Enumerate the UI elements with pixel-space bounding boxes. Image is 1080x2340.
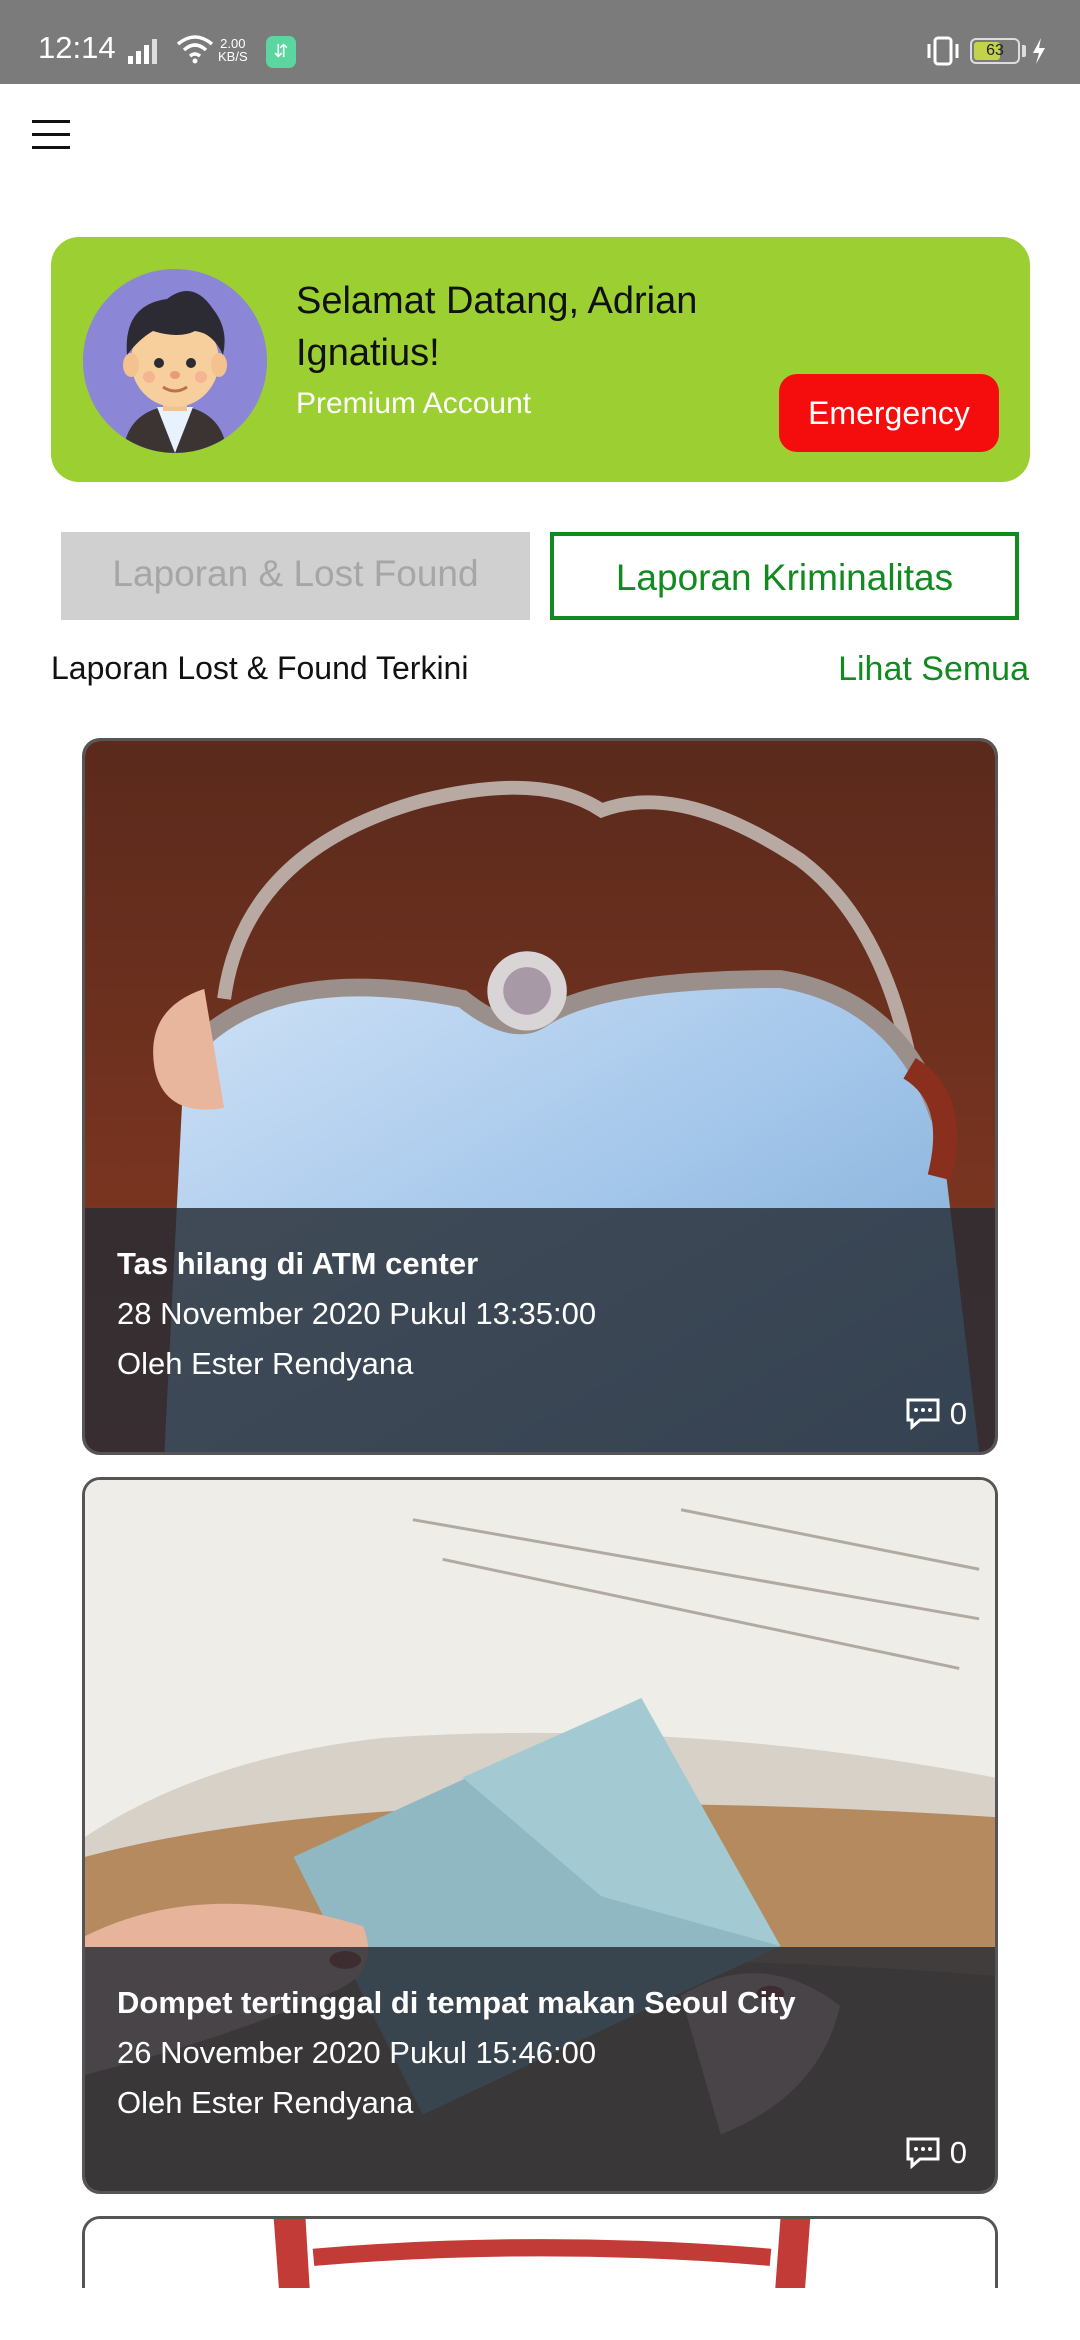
emergency-button[interactable]: Emergency: [779, 374, 999, 452]
report-author: Oleh Ester Rendyana: [117, 2085, 414, 2120]
comment-icon: [906, 2137, 940, 2169]
charging-icon: [1033, 38, 1045, 64]
welcome-title: Selamat Datang, Adrian Ignatius!: [296, 280, 698, 374]
battery-level: 63: [986, 42, 1004, 59]
welcome-card: Selamat Datang, Adrian Ignatius! Premium…: [51, 237, 1030, 482]
signal-icon: [128, 39, 157, 64]
report-date: 28 November 2020 Pukul 13:35:00: [117, 1296, 597, 1331]
comment-icon: [906, 1398, 940, 1430]
tab-lost-found[interactable]: Laporan & Lost Found: [61, 532, 530, 620]
report-date: 26 November 2020 Pukul 15:46:00: [117, 2035, 597, 2070]
battery-icon: 63: [970, 38, 1020, 64]
menu-line: [32, 146, 70, 149]
card-overlay: Tas hilang di ATM center 28 November 202…: [85, 1208, 995, 1452]
report-title: Dompet tertinggal di tempat makan Seoul …: [117, 1985, 796, 2020]
wifi-icon: [176, 35, 214, 64]
status-bar: 12:14 2.00 KB/S ⇵ 63: [0, 0, 1080, 84]
avatar[interactable]: [83, 269, 267, 453]
comment-count-value: 0: [949, 1396, 967, 1431]
report-title: Tas hilang di ATM center: [117, 1246, 479, 1281]
see-all-link[interactable]: Lihat Semua: [838, 650, 1029, 689]
net-speed: 2.00 KB/S: [218, 37, 248, 63]
section-title: Laporan Lost & Found Terkini: [51, 650, 469, 686]
comment-count[interactable]: 0: [906, 1394, 967, 1434]
comment-count[interactable]: 0: [906, 2133, 967, 2173]
report-card[interactable]: Tas hilang di ATM center 28 November 202…: [82, 738, 998, 1455]
menu-line: [32, 120, 70, 123]
avatar-illustration: [83, 269, 267, 453]
vibrate-icon: [927, 36, 959, 66]
report-card[interactable]: Dompet tertinggal di tempat makan Seoul …: [82, 1477, 998, 2194]
status-time: 12:14: [38, 30, 116, 65]
account-type: Premium Account: [296, 387, 532, 420]
card-overlay: Dompet tertinggal di tempat makan Seoul …: [85, 1947, 995, 2191]
comment-count-value: 0: [949, 2135, 967, 2170]
menu-line: [32, 133, 70, 136]
report-author: Oleh Ester Rendyana: [117, 1346, 414, 1381]
page-bottom-area: [0, 2288, 1080, 2340]
battery-tip: [1022, 45, 1026, 57]
menu-icon[interactable]: [28, 114, 74, 154]
app-notification-icon: ⇵: [266, 36, 296, 68]
tab-kriminalitas[interactable]: Laporan Kriminalitas: [550, 532, 1019, 620]
net-speed-unit: KB/S: [218, 49, 248, 64]
